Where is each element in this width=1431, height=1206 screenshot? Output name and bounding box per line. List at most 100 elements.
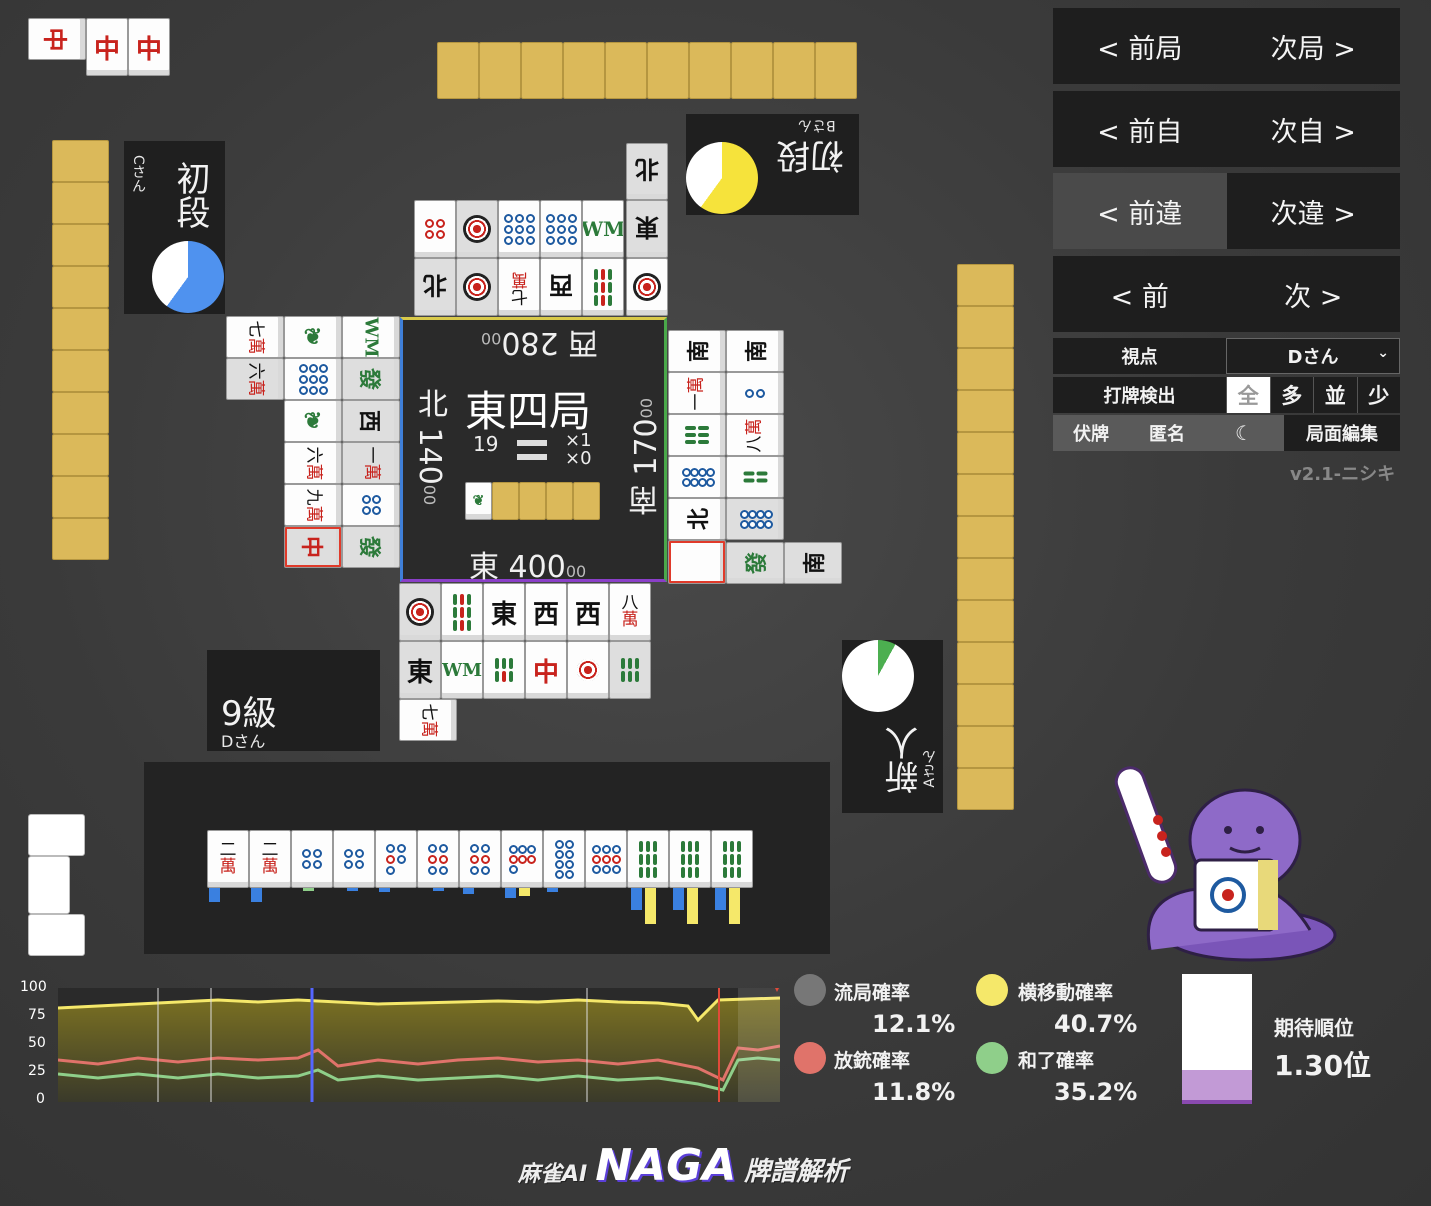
win-value: 35.2% bbox=[1054, 1078, 1138, 1106]
detect-option-many[interactable]: 多 bbox=[1269, 377, 1313, 413]
hand-tile[interactable] bbox=[543, 830, 585, 888]
stick-count-0: ×0 bbox=[565, 448, 592, 469]
tile-eval-bar bbox=[303, 888, 314, 891]
nav-row-step: < 前 次 > bbox=[1053, 256, 1400, 332]
player-name: Aさん bbox=[922, 750, 938, 788]
brand-left: 麻雀AI bbox=[518, 1162, 588, 1187]
player-box-top: 初段 Bさん bbox=[686, 114, 859, 215]
dealin-label: 放銃確率 bbox=[834, 1050, 911, 1072]
brand-main: NAGA bbox=[595, 1140, 737, 1191]
hand-tile[interactable] bbox=[711, 830, 753, 888]
hand-area: 二萬 二萬 bbox=[144, 762, 830, 954]
y-tick: 50 bbox=[28, 1035, 46, 1051]
expected-rank-value: 1.30位 bbox=[1274, 1049, 1372, 1082]
viewpoint-select[interactable]: Dさん ⌄ bbox=[1226, 338, 1400, 374]
prob-chart: 100 75 50 25 0 bbox=[14, 978, 784, 1110]
hand-tile[interactable] bbox=[669, 830, 711, 888]
placement-pie bbox=[152, 241, 224, 313]
tile-chun: 中 bbox=[128, 18, 170, 76]
y-tick: 100 bbox=[20, 979, 47, 995]
tile-eval-bar bbox=[209, 888, 220, 902]
left-player-hand bbox=[52, 140, 110, 564]
hand-tile[interactable] bbox=[459, 830, 501, 888]
score-left: 北 14000 bbox=[412, 388, 447, 506]
prev-round-button[interactable]: < 前局 bbox=[1053, 8, 1227, 84]
lateral-value: 40.7% bbox=[1054, 1010, 1138, 1038]
dealin-dot bbox=[794, 1042, 826, 1074]
draw-label: 流局確率 bbox=[834, 982, 911, 1004]
draw-value: 12.1% bbox=[872, 1010, 956, 1038]
center-info-panel: 西 28000 北 14000 南 17000 東 40000 東四局 19 ×… bbox=[400, 317, 667, 585]
lateral-dot bbox=[976, 974, 1008, 1006]
draw-dot bbox=[794, 974, 826, 1006]
tile-eval-bar bbox=[463, 888, 474, 894]
prev-self-button[interactable]: < 前自 bbox=[1053, 91, 1227, 167]
next-step-button[interactable]: 次 > bbox=[1227, 256, 1401, 332]
hide-tiles-button[interactable]: 伏牌 bbox=[1073, 420, 1109, 446]
next-round-button[interactable]: 次局 > bbox=[1227, 8, 1401, 84]
tile-eval-bar bbox=[251, 888, 262, 902]
tile-eval-bar bbox=[519, 888, 530, 896]
board-edit-button[interactable]: 局面編集 bbox=[1284, 415, 1400, 451]
blank-tile bbox=[28, 914, 85, 956]
snake-mascot bbox=[1110, 760, 1340, 970]
next-diff-button[interactable]: 次違 > bbox=[1227, 173, 1401, 249]
next-self-button[interactable]: 次自 > bbox=[1227, 91, 1401, 167]
score-right: 南 17000 bbox=[629, 398, 664, 516]
moon-icon[interactable]: ☾ bbox=[1235, 421, 1253, 445]
anonymous-button[interactable]: 匿名 bbox=[1149, 420, 1185, 446]
riichi-marker-tile bbox=[668, 540, 726, 584]
hand-tile[interactable] bbox=[585, 830, 627, 888]
left-discards: 七萬 ❦ WM 六萬 發 ❦ 西 六萬 一萬 九萬 中 發 bbox=[226, 316, 400, 570]
hand-tile[interactable] bbox=[417, 830, 459, 888]
tile-eval-bar bbox=[631, 888, 642, 910]
viewpoint-row: 視点 Dさん ⌄ bbox=[1053, 338, 1400, 374]
prev-diff-button[interactable]: < 前違 bbox=[1053, 173, 1227, 249]
nav-row-round: < 前局 次局 > bbox=[1053, 8, 1400, 84]
hand-tile[interactable] bbox=[627, 830, 669, 888]
tile-eval-bar bbox=[645, 888, 656, 924]
tile-eval-bar bbox=[715, 888, 726, 910]
hand-tile[interactable] bbox=[501, 830, 543, 888]
tile-eval-bar bbox=[547, 888, 558, 892]
tile-eval-bar bbox=[433, 888, 444, 891]
player-rank: 初段 bbox=[776, 135, 844, 175]
tile-chun: 中 bbox=[28, 18, 86, 60]
lateral-label: 横移動確率 bbox=[1018, 982, 1114, 1004]
hand-tile[interactable]: 二萬 bbox=[207, 830, 249, 888]
bottom-discards: 東 西 西 八萬 東 WM 中 七萬 bbox=[399, 583, 655, 743]
placement-pie bbox=[686, 142, 758, 214]
prev-step-button[interactable]: < 前 bbox=[1053, 256, 1227, 332]
player-name: Bさん bbox=[798, 117, 836, 133]
detect-option-all[interactable]: 全 bbox=[1226, 377, 1270, 413]
y-tick: 0 bbox=[36, 1091, 45, 1107]
detect-option-normal[interactable]: 並 bbox=[1313, 377, 1357, 413]
player-rank: 初段 bbox=[170, 161, 210, 229]
chevron-down-icon: ⌄ bbox=[1377, 345, 1389, 361]
detect-option-few[interactable]: 少 bbox=[1356, 377, 1400, 413]
tile-eval-bar bbox=[729, 888, 740, 924]
version-label: v2.1-ニシキ bbox=[1290, 464, 1396, 485]
hand-tile[interactable] bbox=[291, 830, 333, 888]
hand-tile[interactable]: 二萬 bbox=[249, 830, 291, 888]
player-box-left: 初段 Cさん bbox=[124, 141, 225, 314]
stick-icon bbox=[517, 454, 547, 460]
hand-tile[interactable] bbox=[375, 830, 417, 888]
viewpoint-label: 視点 bbox=[1053, 338, 1226, 374]
prob-chart-svg bbox=[58, 988, 780, 1102]
blank-tile bbox=[28, 856, 70, 914]
hand-tile[interactable] bbox=[333, 830, 375, 888]
footer-brand: 麻雀AI NAGA 牌譜解析 bbox=[518, 1138, 898, 1188]
y-tick: 75 bbox=[28, 1007, 46, 1023]
tile-eval-bar bbox=[505, 888, 516, 898]
score-bottom: 東 40000 bbox=[469, 550, 587, 585]
top-discards: 北 WM 東 北 七萬 西 bbox=[414, 143, 670, 317]
dora-indicator: ❦ bbox=[465, 482, 492, 520]
player-box-bottom: 9級 Dさん bbox=[207, 650, 380, 751]
nav-row-self: < 前自 次自 > bbox=[1053, 91, 1400, 167]
option-bar: 伏牌 匿名 ☾ bbox=[1053, 415, 1284, 451]
win-dot bbox=[976, 1042, 1008, 1074]
win-label: 和了確率 bbox=[1018, 1050, 1095, 1072]
player-hand: 二萬 二萬 bbox=[207, 830, 767, 926]
honba-count: 19 bbox=[473, 432, 499, 456]
